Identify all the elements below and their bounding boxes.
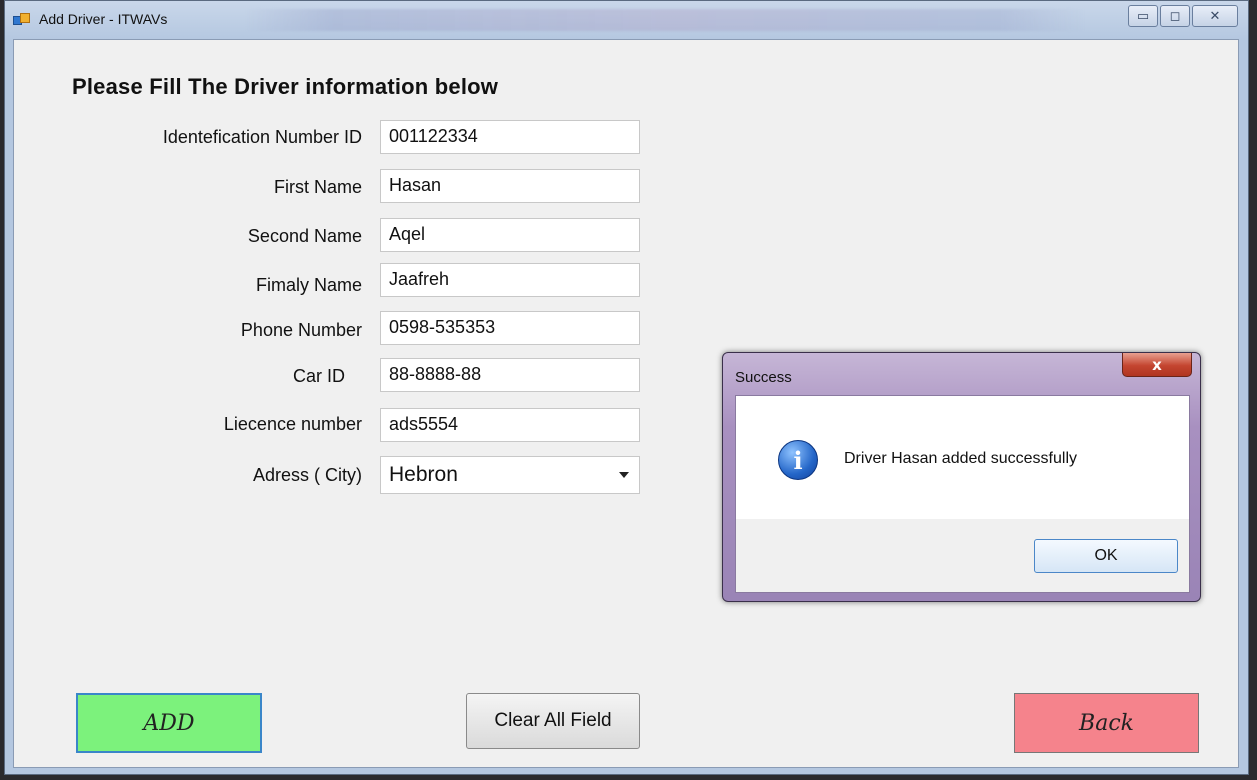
dialog-message: Driver Hasan added successfully (844, 450, 1077, 467)
dialog-body: i Driver Hasan added successfully (735, 395, 1190, 519)
phone-number-label: Phone Number (240, 320, 362, 340)
first-name-field[interactable]: Hasan (380, 169, 640, 203)
dialog-close-button[interactable]: x (1122, 353, 1192, 377)
clear-all-button[interactable]: Clear All Field (466, 693, 640, 749)
close-button[interactable]: ✕ (1192, 5, 1238, 27)
ok-button[interactable]: OK (1034, 539, 1178, 573)
minimize-button[interactable]: ▭ (1128, 5, 1158, 27)
city-label: Adress ( City) (252, 465, 362, 485)
maximize-button[interactable]: ◻ (1160, 5, 1190, 27)
success-dialog: Success x i Driver Hasan added successfu… (722, 352, 1201, 602)
title-bar-background-blur (245, 9, 1085, 31)
licence-number-label: Liecence number (223, 414, 362, 434)
second-name-label: Second Name (247, 226, 362, 246)
car-id-field[interactable]: 88-8888-88 (380, 358, 640, 392)
back-button[interactable]: Back (1014, 693, 1199, 753)
city-dropdown[interactable]: Hebron (380, 456, 640, 494)
second-name-field[interactable]: Aqel (380, 218, 640, 252)
family-name-label: Fimaly Name (255, 275, 362, 295)
form-heading: Please Fill The Driver information below (72, 74, 499, 99)
chevron-down-icon[interactable] (619, 472, 629, 478)
first-name-label: First Name (273, 177, 362, 197)
info-icon: i (778, 440, 818, 480)
id-number-field[interactable]: 001122334 (380, 120, 640, 154)
car-id-label: Car ID (292, 366, 345, 386)
dialog-title: Success (735, 369, 792, 386)
city-selected-value: Hebron (389, 463, 458, 486)
family-name-field[interactable]: Jaafreh (380, 263, 640, 297)
window-controls: ▭ ◻ ✕ (1128, 5, 1238, 29)
window-title: Add Driver - ITWAVs (39, 11, 168, 27)
add-button[interactable]: ADD (76, 693, 262, 753)
licence-number-field[interactable]: ads5554 (380, 408, 640, 442)
app-icon (13, 13, 30, 27)
phone-number-field[interactable]: 0598-535353 (380, 311, 640, 345)
title-bar[interactable]: Add Driver - ITWAVs ▭ ◻ ✕ (5, 1, 1248, 39)
id-number-label: Identefication Number ID (162, 127, 362, 147)
dialog-footer: OK (735, 519, 1190, 593)
